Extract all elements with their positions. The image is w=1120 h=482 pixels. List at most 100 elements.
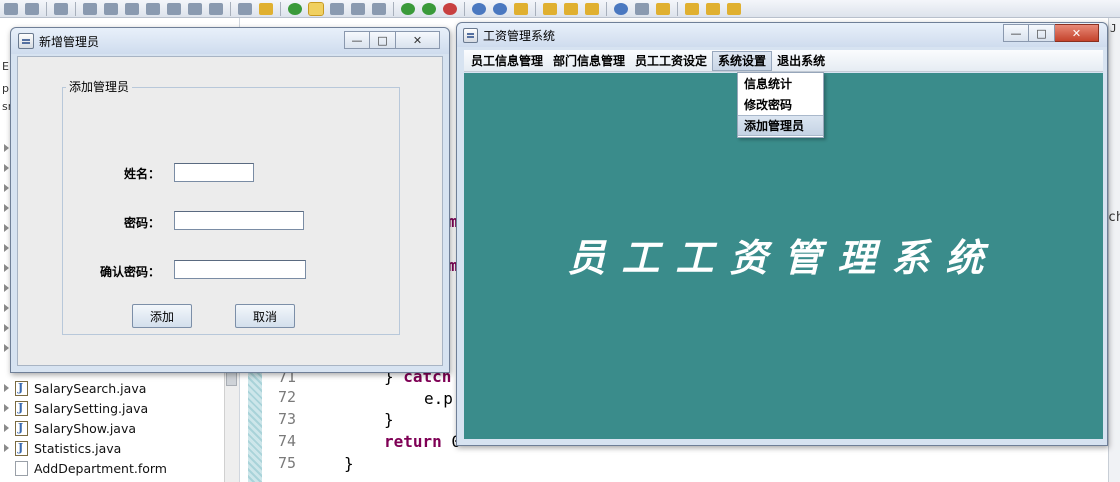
tree-expand-icon[interactable] [4, 164, 9, 172]
password-field[interactable] [174, 211, 304, 230]
line-number: 75 [277, 454, 296, 472]
close-button[interactable]: ✕ [1055, 24, 1099, 42]
open-type-icon[interactable] [288, 2, 302, 15]
next-annotation-icon[interactable] [635, 2, 649, 15]
add-admin-dialog: 新增管理员 — □ ✕ 添加管理员 姓名： 密码： 确认密码： 添加 取消 [10, 27, 450, 373]
tree-file-row[interactable]: SalarySearch.java [4, 378, 146, 398]
tree-expand-icon[interactable] [4, 384, 9, 392]
tree-file-row[interactable]: Statistics.java [4, 438, 121, 458]
step-return-icon[interactable] [209, 2, 223, 15]
new-class-icon[interactable] [514, 2, 528, 15]
new-wizard-icon[interactable] [259, 2, 273, 15]
forward-icon[interactable] [727, 2, 741, 15]
toolbar-separator [606, 1, 607, 16]
last-edit-icon[interactable] [685, 2, 699, 15]
search-icon[interactable] [585, 2, 599, 15]
restore-button[interactable]: □ [1029, 24, 1055, 42]
mark-occurrences-icon[interactable] [308, 1, 324, 16]
toolbar-separator [46, 1, 47, 16]
menu-item-change-password[interactable]: 修改密码 [738, 94, 823, 115]
external-tools-icon[interactable] [443, 2, 457, 15]
system-banner-title: 员工工资管理系统 [567, 235, 1000, 280]
restore-button[interactable]: □ [370, 31, 396, 49]
menu-item-statistics[interactable]: 信息统计 [738, 73, 823, 94]
tree-file-row[interactable]: SalarySetting.java [4, 398, 148, 418]
line-number: 74 [277, 432, 296, 450]
skip-breakpoints-icon[interactable] [54, 2, 68, 15]
code-text: } [384, 410, 394, 429]
new-package-icon[interactable] [493, 2, 507, 15]
block-selection-icon[interactable] [330, 2, 344, 15]
disconnect-icon[interactable] [146, 2, 160, 15]
pin-editor-icon[interactable] [372, 2, 386, 15]
save-all-icon[interactable] [25, 2, 39, 15]
menu-salary-setting[interactable]: 员工工资设定 [630, 51, 712, 71]
show-whitespace-icon[interactable] [351, 2, 365, 15]
group-title: 添加管理员 [66, 78, 133, 95]
open-project-icon[interactable] [564, 2, 578, 15]
tree-file-label: Statistics.java [34, 440, 122, 456]
main-window-controls: — □ ✕ [1003, 24, 1099, 42]
debug-icon[interactable] [401, 2, 415, 15]
java-file-icon [15, 380, 28, 396]
dialog-content: 添加管理员 姓名： 密码： 确认密码： 添加 取消 [17, 56, 443, 366]
confirm-password-field[interactable] [174, 260, 306, 279]
tree-expand-icon[interactable] [4, 264, 9, 272]
close-button[interactable]: ✕ [396, 31, 440, 49]
system-settings-dropdown: 信息统计 修改密码 添加管理员 [737, 72, 824, 138]
minimize-button[interactable]: — [1003, 24, 1029, 42]
tree-expand-icon[interactable] [4, 244, 9, 252]
open-console-icon[interactable] [238, 2, 252, 15]
new-java-project-icon[interactable] [472, 2, 486, 15]
name-field[interactable] [174, 163, 254, 182]
toolbar-separator [75, 1, 76, 16]
minimize-button[interactable]: — [344, 31, 370, 49]
tree-expand-icon[interactable] [4, 224, 9, 232]
window-icon [18, 33, 34, 49]
menu-item-add-admin[interactable]: 添加管理员 [738, 115, 823, 136]
password-label: 密码： [123, 216, 160, 230]
tree-file-label: AddDepartment.form [34, 460, 167, 476]
line-number: 72 [277, 388, 296, 406]
tree-expand-icon[interactable] [4, 184, 9, 192]
suspend-icon[interactable] [104, 2, 118, 15]
globe-icon[interactable] [614, 2, 628, 15]
step-into-icon[interactable] [167, 2, 181, 15]
tree-file-row[interactable]: SalaryShow.java [4, 418, 136, 438]
menu-bar: 员工信息管理 部门信息管理 员工工资设定 系统设置 退出系统 [464, 50, 1103, 72]
form-file-icon [15, 460, 28, 476]
toolbar-separator [393, 1, 394, 16]
menu-exit-system[interactable]: 退出系统 [772, 51, 830, 71]
tree-expand-icon[interactable] [4, 424, 9, 432]
toolbar-separator [677, 1, 678, 16]
resume-icon[interactable] [83, 2, 97, 15]
add-button[interactable]: 添加 [132, 304, 192, 328]
back-icon[interactable] [706, 2, 720, 15]
tree-expand-icon[interactable] [4, 444, 9, 452]
tree-expand-icon[interactable] [4, 324, 9, 332]
cancel-button[interactable]: 取消 [235, 304, 295, 328]
open-folder-icon[interactable] [543, 2, 557, 15]
tree-expand-icon[interactable] [4, 204, 9, 212]
terminate-icon[interactable] [125, 2, 139, 15]
tree-expand-icon[interactable] [4, 404, 9, 412]
tree-expand-icon[interactable] [4, 344, 9, 352]
dialog-window-controls: — □ ✕ [344, 31, 440, 49]
tree-expand-icon[interactable] [4, 144, 9, 152]
main-window-title: 工资管理系统 [483, 28, 556, 43]
run-icon[interactable] [422, 2, 436, 15]
step-over-icon[interactable] [188, 2, 202, 15]
previous-annotation-icon[interactable] [656, 2, 670, 15]
code-fragment: ch [1108, 210, 1120, 225]
tree-expand-icon[interactable] [4, 284, 9, 292]
confirm-password-label: 确认密码： [99, 265, 160, 279]
right-edge-panel [1108, 18, 1120, 482]
tree-file-row[interactable]: AddDepartment.form [4, 458, 167, 478]
code-keyword: return [384, 432, 442, 451]
menu-employee-info[interactable]: 员工信息管理 [466, 51, 548, 71]
tree-expand-icon[interactable] [4, 304, 9, 312]
print-icon[interactable] [4, 2, 18, 15]
dialog-title: 新增管理员 [39, 34, 100, 49]
menu-department-info[interactable]: 部门信息管理 [548, 51, 630, 71]
menu-system-settings[interactable]: 系统设置 [712, 50, 773, 71]
